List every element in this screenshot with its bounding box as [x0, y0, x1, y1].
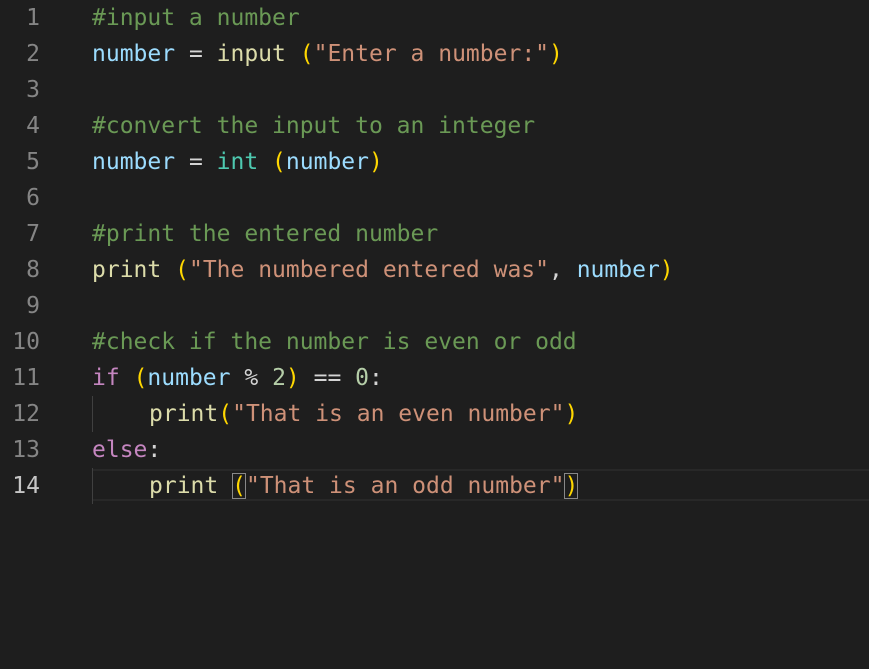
matched-bracket-token: (	[232, 473, 246, 499]
operator-token: ==	[299, 365, 356, 391]
code-line[interactable]: 9	[0, 288, 869, 324]
code-text[interactable]: if (number % 2) == 0:	[92, 360, 383, 396]
string-token: "That is an even number"	[232, 401, 565, 427]
code-line[interactable]: 8 print ("The numbered entered was", num…	[0, 252, 869, 288]
function-token: print	[92, 257, 162, 283]
keyword-token: else	[92, 437, 148, 463]
punctuation-token: ,	[549, 257, 577, 283]
code-text[interactable]: print ("That is an odd number")	[149, 468, 579, 504]
punctuation-token: :	[369, 365, 383, 391]
operator-token: =	[175, 41, 217, 67]
code-line[interactable]: 10 #check if the number is even or odd	[0, 324, 869, 360]
code-line[interactable]: 7 #print the entered number	[0, 216, 869, 252]
code-text[interactable]: print ("The numbered entered was", numbe…	[92, 252, 674, 288]
punctuation-token: :	[147, 437, 162, 463]
bracket-token: (	[218, 401, 233, 427]
operator-token: =	[175, 149, 217, 175]
comment-token: #input a number	[92, 5, 300, 31]
code-line[interactable]: 1 #input a number	[0, 0, 869, 36]
number-token: 0	[355, 365, 370, 391]
function-token: input	[216, 41, 286, 67]
code-line-active[interactable]: 14 print ("That is an odd number")	[0, 468, 869, 504]
string-token: "The numbered entered was"	[188, 257, 549, 283]
line-number: 6	[26, 185, 40, 211]
variable-token: number	[92, 41, 176, 67]
line-number: 1	[26, 5, 40, 31]
bracket-token: (	[133, 365, 148, 391]
line-number: 4	[26, 113, 40, 139]
code-line[interactable]: 3	[0, 72, 869, 108]
keyword-token: if	[92, 365, 120, 391]
variable-token: number	[147, 365, 231, 391]
bracket-token: )	[564, 401, 579, 427]
bracket-token: (	[175, 257, 189, 283]
bracket-token: (	[299, 41, 314, 67]
code-line[interactable]: 5 number = int (number)	[0, 144, 869, 180]
line-number: 10	[12, 329, 40, 355]
line-number: 8	[26, 257, 40, 283]
code-line[interactable]: 6	[0, 180, 869, 216]
code-line[interactable]: 12 print("That is an even number")	[0, 396, 869, 432]
string-token: "That is an odd number"	[245, 473, 565, 499]
number-token: 2	[272, 365, 286, 391]
code-text[interactable]: number = input ("Enter a number:")	[92, 36, 563, 72]
variable-token: number	[576, 257, 660, 283]
variable-token: number	[285, 149, 369, 175]
comment-token: #convert the input to an integer	[92, 113, 536, 139]
operator-token: %	[230, 365, 273, 391]
bracket-token: (	[272, 149, 286, 175]
code-text[interactable]: number = int (number)	[92, 144, 383, 180]
bracket-token: )	[659, 257, 674, 283]
type-token: int	[216, 149, 259, 175]
line-number: 11	[12, 365, 40, 391]
line-number: 12	[12, 401, 40, 427]
indent-guide	[92, 468, 93, 504]
code-text[interactable]: print("That is an even number")	[149, 396, 578, 432]
variable-token: number	[92, 149, 176, 175]
function-token: print	[149, 401, 219, 427]
line-number: 7	[26, 221, 40, 247]
code-text[interactable]: else:	[92, 432, 161, 468]
line-number-active: 14	[12, 473, 40, 499]
comment-token: #print the entered number	[92, 221, 439, 247]
code-line[interactable]: 2 number = input ("Enter a number:")	[0, 36, 869, 72]
bracket-token: )	[285, 365, 300, 391]
bracket-token: )	[369, 149, 383, 175]
code-text[interactable]: #check if the number is even or odd	[92, 324, 577, 360]
code-text[interactable]: #print the entered number	[92, 216, 438, 252]
bracket-token: )	[549, 41, 563, 67]
line-number: 5	[26, 149, 40, 175]
function-token: print	[149, 473, 219, 499]
line-number: 13	[12, 437, 40, 463]
code-text[interactable]: #convert the input to an integer	[92, 108, 535, 144]
indent-guide	[92, 396, 93, 432]
line-number: 3	[26, 77, 40, 103]
comment-token: #check if the number is even or odd	[92, 329, 577, 355]
code-editor[interactable]: 1 #input a number 2 number = input ("Ent…	[0, 0, 869, 669]
string-token: "Enter a number:"	[313, 41, 550, 67]
line-number: 9	[26, 293, 40, 319]
matched-bracket-token: )	[564, 473, 579, 499]
code-line[interactable]: 11 if (number % 2) == 0:	[0, 360, 869, 396]
code-text[interactable]: #input a number	[92, 0, 300, 36]
line-number: 2	[26, 41, 40, 67]
code-line[interactable]: 4 #convert the input to an integer	[0, 108, 869, 144]
code-line[interactable]: 13 else:	[0, 432, 869, 468]
